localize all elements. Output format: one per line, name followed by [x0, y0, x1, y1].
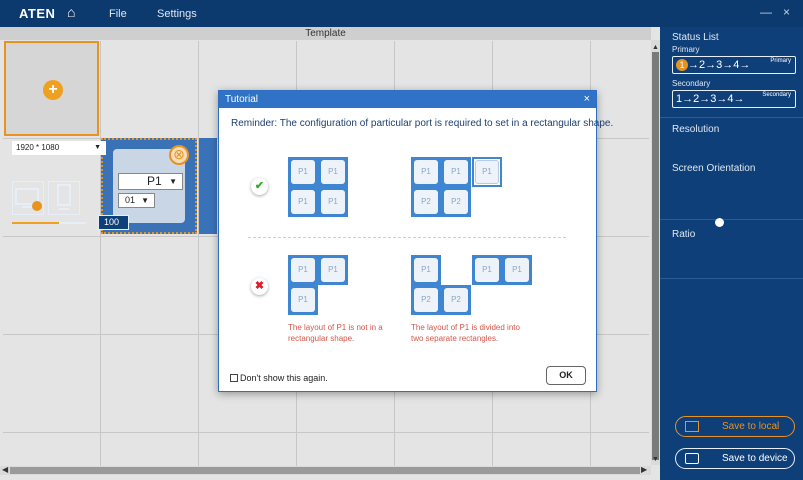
settings-panel: Status List Primary 1 →2→3→4→ Primary Sec…: [660, 27, 803, 480]
monitor-portrait-icon: [57, 184, 71, 210]
ratio-slider-track[interactable]: [12, 222, 86, 224]
save-to-device-button[interactable]: Save to device: [675, 448, 795, 469]
resolution-select[interactable]: 1920 * 1080 ▼: [12, 141, 106, 155]
resolution-value: 1920 * 1080: [16, 143, 60, 152]
port-select[interactable]: P1 ▼: [118, 173, 183, 190]
horizontal-scrollbar[interactable]: [0, 466, 651, 475]
reminder-text: Reminder: The configuration of particula…: [231, 118, 614, 129]
close-window-icon[interactable]: ×: [783, 5, 790, 19]
add-icon[interactable]: +: [43, 80, 63, 100]
checkbox-icon[interactable]: [230, 374, 238, 382]
aten-logo: ATEN: [19, 6, 56, 21]
layout-tile: P1: [288, 157, 318, 187]
divider: [660, 219, 803, 220]
menu-file[interactable]: File: [109, 8, 127, 20]
scroll-left-icon[interactable]: ◀: [2, 465, 8, 474]
menu-settings[interactable]: Settings: [157, 8, 197, 20]
template-cell-empty[interactable]: +: [4, 41, 99, 136]
ratio-slider-handle[interactable]: [715, 218, 724, 227]
layout-tile: P1: [441, 157, 471, 187]
layout-tile: P2: [411, 187, 441, 217]
layout-tile: P1: [411, 157, 441, 187]
sequence-step-4: 4: [727, 93, 734, 105]
template-cell-adjacent[interactable]: [199, 138, 217, 234]
layout-tile: P1: [318, 157, 348, 187]
remove-cell-icon[interactable]: ⊗: [169, 145, 189, 165]
layout-tile: P1: [502, 255, 532, 285]
cross-icon: ✖: [251, 278, 268, 295]
title-bar: ATEN ⌂ File Settings — ×: [0, 0, 803, 27]
sub-port-value: 01: [125, 195, 136, 205]
chevron-down-icon: ▼: [94, 144, 101, 151]
ratio-input[interactable]: 100: [98, 215, 129, 230]
primary-tag: Primary: [770, 58, 791, 64]
ratio-label: Ratio: [672, 229, 696, 240]
layout-tile: P2: [441, 285, 471, 315]
scroll-up-icon[interactable]: ▲: [651, 44, 660, 51]
layout-tile: P1: [411, 255, 441, 285]
secondary-label: Secondary: [672, 79, 711, 88]
layout-tile: P1: [472, 255, 502, 285]
check-icon: ✔: [251, 178, 268, 195]
sequence-step-1: 1: [676, 93, 683, 105]
primary-sequence[interactable]: 1 →2→3→4→ Primary: [672, 56, 796, 74]
orientation-portrait-button[interactable]: [48, 181, 80, 215]
sequence-step-4: 4: [733, 59, 740, 71]
vertical-scrollbar[interactable]: [651, 40, 660, 465]
primary-label: Primary: [672, 45, 700, 54]
save-to-local-button[interactable]: Save to local: [675, 416, 795, 437]
chevron-down-icon: ▼: [141, 196, 149, 205]
layout-tile: P1: [318, 255, 348, 285]
tutorial-dialog: Tutorial × Reminder: The configuration o…: [218, 90, 613, 392]
sequence-step-3: 3: [710, 93, 717, 105]
sub-port-select[interactable]: 01 ▼: [118, 193, 155, 208]
dont-show-again-label: Don't show this again.: [240, 373, 328, 383]
dialog-title-bar: Tutorial ×: [219, 91, 596, 108]
error-message-not-rectangular: The layout of P1 is not in a rectangular…: [288, 323, 383, 343]
minimize-icon[interactable]: —: [760, 5, 772, 19]
layout-tile: P1: [472, 157, 502, 187]
dialog-separator: [248, 237, 566, 238]
close-icon[interactable]: ×: [584, 91, 590, 108]
divider: [660, 278, 803, 279]
scroll-thumb[interactable]: [10, 467, 640, 474]
divider: [660, 117, 803, 118]
error-message-divided: The layout of P1 is divided into two sep…: [411, 323, 520, 343]
sequence-step-3: 3: [716, 59, 723, 71]
screen-orientation-label: Screen Orientation: [672, 163, 756, 174]
port-select-value: P1: [147, 174, 162, 188]
ratio-slider-fill: [12, 222, 59, 224]
template-title: Template: [0, 27, 651, 40]
monitor-landscape-icon: [15, 188, 42, 211]
save-to-device-label: Save to device: [722, 453, 788, 464]
dont-show-again-checkbox[interactable]: Don't show this again.: [230, 373, 328, 383]
home-icon[interactable]: ⌂: [67, 4, 75, 20]
sequence-step-2: 2: [699, 59, 706, 71]
chevron-down-icon: ▼: [169, 177, 177, 186]
status-list-title: Status List: [672, 32, 719, 43]
scroll-down-icon[interactable]: ▼: [651, 456, 660, 463]
layout-tile: P1: [288, 285, 318, 315]
layout-tile: P1: [288, 187, 318, 217]
secondary-tag: Secondary: [762, 92, 791, 98]
laptop-icon: [685, 421, 699, 432]
ok-button[interactable]: OK: [546, 366, 586, 385]
save-to-local-label: Save to local: [722, 421, 780, 432]
layout-tile: P1: [288, 255, 318, 285]
dialog-title: Tutorial: [225, 94, 258, 105]
resolution-label: Resolution: [672, 124, 720, 135]
layout-tile: P1: [318, 187, 348, 217]
layout-tile: P2: [441, 187, 471, 217]
secondary-sequence[interactable]: 1→2→3→4→ Secondary: [672, 90, 796, 108]
orientation-landscape-button[interactable]: [12, 181, 44, 215]
scroll-right-icon[interactable]: ▶: [641, 465, 647, 474]
sequence-step-1: 1: [676, 59, 688, 71]
device-icon: [685, 453, 699, 464]
layout-tile: P2: [411, 285, 441, 315]
sequence-step-2: 2: [693, 93, 700, 105]
scroll-thumb[interactable]: [652, 52, 659, 460]
